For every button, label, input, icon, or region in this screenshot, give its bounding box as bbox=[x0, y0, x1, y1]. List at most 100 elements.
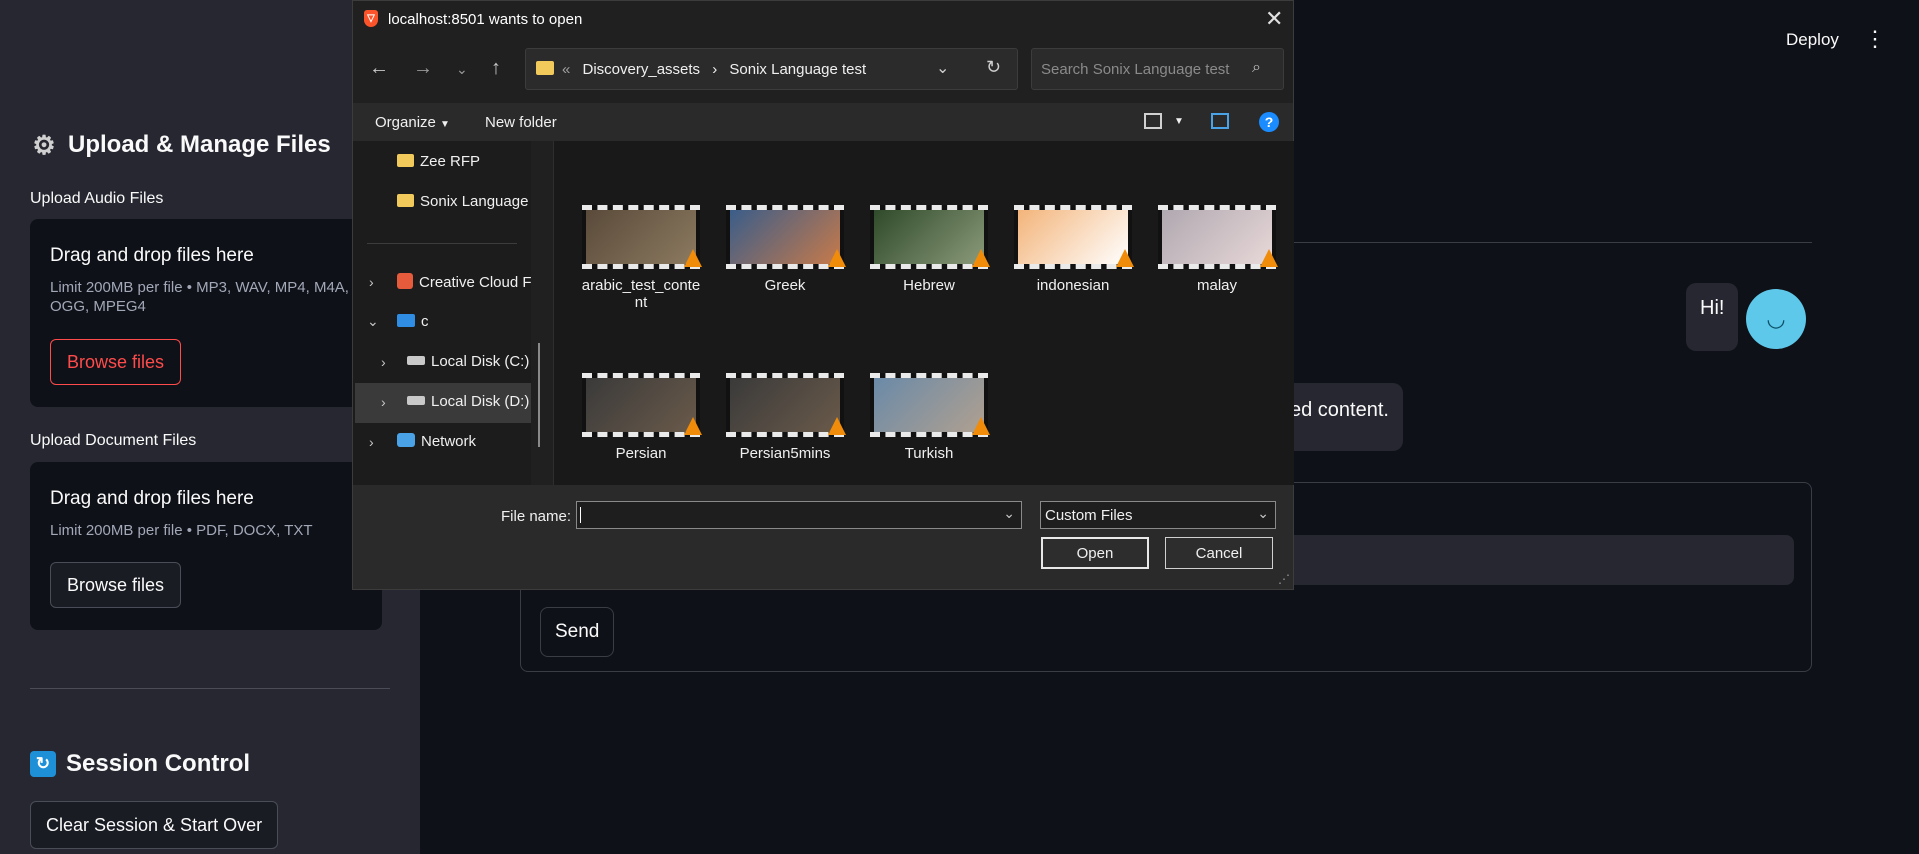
file-item[interactable]: Turkish bbox=[866, 373, 992, 462]
tree-item-local-disk-c[interactable]: Local Disk (C:) bbox=[407, 353, 529, 370]
upload-header: ⚙ Upload & Manage Files bbox=[30, 129, 331, 160]
tree-item-c[interactable]: c bbox=[397, 313, 429, 330]
vlc-icon bbox=[972, 249, 990, 267]
network-icon bbox=[397, 433, 415, 447]
search-icon: ⌕ bbox=[1252, 59, 1261, 76]
caret-down-icon: ▼ bbox=[440, 119, 450, 130]
address-bar[interactable]: « Discovery_assets › Sonix Language test… bbox=[525, 48, 1018, 90]
chevron-down-icon: ⌄ bbox=[1257, 505, 1269, 521]
thumbnail-image bbox=[1162, 210, 1272, 264]
upload-header-text: Upload & Manage Files bbox=[68, 131, 331, 158]
view-mode-icon[interactable] bbox=[1144, 113, 1162, 129]
video-thumbnail bbox=[870, 205, 990, 269]
vlc-icon bbox=[684, 249, 702, 267]
gear-icon: ⚙ bbox=[32, 129, 56, 160]
navigation-bar: ← → ⌄ ↑ « Discovery_assets › Sonix Langu… bbox=[353, 37, 1293, 103]
audio-browse-button[interactable]: Browse files bbox=[50, 339, 182, 385]
refresh-icon: ↻ bbox=[30, 751, 56, 777]
nav-scrollbar-thumb[interactable] bbox=[538, 343, 540, 447]
session-header: ↻ Session Control bbox=[30, 750, 250, 778]
chevron-right-icon[interactable]: › bbox=[381, 394, 386, 410]
up-arrow-icon[interactable]: ↑ bbox=[491, 57, 501, 80]
session-header-text: Session Control bbox=[66, 750, 251, 777]
resize-grip-icon[interactable]: ⋰ bbox=[1278, 572, 1290, 586]
preview-pane-icon[interactable] bbox=[1211, 113, 1229, 129]
recent-chevron-icon[interactable]: ⌄ bbox=[456, 61, 468, 78]
doc-browse-button[interactable]: Browse files bbox=[50, 562, 182, 608]
refresh-icon[interactable]: ↻ bbox=[986, 57, 1001, 78]
thumbnail-image bbox=[730, 210, 840, 264]
chevron-right-icon[interactable]: › bbox=[381, 354, 386, 370]
vlc-icon bbox=[1260, 249, 1278, 267]
deploy-button[interactable]: Deploy bbox=[1786, 30, 1839, 50]
chevron-down-icon[interactable]: ⌄ bbox=[367, 313, 379, 330]
command-bar: Organize ▼ New folder ▼ ? bbox=[353, 103, 1293, 141]
thumbnail-image bbox=[874, 210, 984, 264]
navigation-pane: Zee RFP Sonix Language › Creative Cloud … bbox=[353, 141, 532, 485]
audio-dropzone[interactable]: Drag and drop files here Limit 200MB per… bbox=[30, 219, 382, 407]
tree-item-zee-rfp-label: Zee RFP bbox=[420, 153, 481, 170]
thumbnail-image bbox=[586, 210, 696, 264]
organize-menu[interactable]: Organize ▼ bbox=[375, 114, 450, 131]
video-thumbnail bbox=[1014, 205, 1134, 269]
file-name-input[interactable]: ⌄ bbox=[576, 501, 1022, 529]
file-open-dialog: ▽ localhost:8501 wants to open ✕ ← → ⌄ ↑… bbox=[352, 0, 1294, 590]
chevron-right-icon[interactable]: › bbox=[369, 274, 374, 290]
tree-item-zee-rfp[interactable]: Zee RFP bbox=[397, 153, 480, 170]
file-item[interactable]: Greek bbox=[722, 205, 848, 294]
file-name: Persian bbox=[615, 445, 667, 462]
forward-arrow-icon[interactable]: → bbox=[413, 57, 433, 80]
tree-item-local-disk-d-label: Local Disk (D:) bbox=[431, 393, 530, 410]
more-menu-icon[interactable]: ⋮ bbox=[1864, 28, 1886, 50]
tree-item-network[interactable]: Network bbox=[397, 433, 476, 450]
doc-dropzone[interactable]: Drag and drop files here Limit 200MB per… bbox=[30, 462, 382, 630]
vlc-icon bbox=[684, 417, 702, 435]
cancel-button[interactable]: Cancel bbox=[1165, 537, 1273, 569]
video-thumbnail bbox=[582, 205, 702, 269]
creative-cloud-icon bbox=[397, 273, 413, 289]
chevron-down-icon[interactable]: ⌄ bbox=[1003, 505, 1015, 522]
thumbnail-image bbox=[1018, 210, 1128, 264]
file-name: Persian5mins bbox=[739, 445, 831, 462]
new-folder-button[interactable]: New folder bbox=[485, 114, 557, 131]
tree-item-creative-cloud[interactable]: Creative Cloud F bbox=[397, 273, 532, 291]
file-item[interactable]: Persian bbox=[578, 373, 704, 462]
send-button[interactable]: Send bbox=[540, 607, 615, 657]
file-item[interactable]: Hebrew bbox=[866, 205, 992, 294]
close-icon[interactable]: ✕ bbox=[1265, 6, 1283, 32]
file-type-select[interactable]: Custom Files ⌄ bbox=[1040, 501, 1276, 529]
nav-scrollbar[interactable] bbox=[538, 141, 540, 485]
folder-icon bbox=[536, 61, 554, 75]
dialog-titlebar[interactable]: ▽ localhost:8501 wants to open ✕ bbox=[353, 1, 1293, 37]
file-name: indonesian bbox=[1036, 277, 1110, 294]
audio-upload-label: Upload Audio Files bbox=[30, 190, 164, 207]
file-item[interactable]: malay bbox=[1154, 205, 1280, 294]
chevron-right-icon[interactable]: › bbox=[369, 434, 374, 450]
thumbnail-image bbox=[586, 378, 696, 432]
back-arrow-icon[interactable]: ← bbox=[369, 57, 389, 80]
file-item[interactable]: arabic_test_content bbox=[578, 205, 704, 311]
tree-item-sonix-language[interactable]: Sonix Language bbox=[397, 193, 528, 210]
vlc-icon bbox=[972, 417, 990, 435]
chat-input[interactable] bbox=[1254, 535, 1794, 585]
tree-item-local-disk-d[interactable]: Local Disk (D:) bbox=[407, 393, 529, 410]
file-item[interactable]: indonesian bbox=[1010, 205, 1136, 294]
audio-dropzone-limit: Limit 200MB per file • MP3, WAV, MP4, M4… bbox=[50, 279, 349, 315]
breadcrumb-discovery-assets[interactable]: Discovery_assets bbox=[583, 61, 701, 78]
help-icon[interactable]: ? bbox=[1259, 112, 1279, 132]
view-caret-down-icon[interactable]: ▼ bbox=[1174, 116, 1184, 127]
chevron-down-icon[interactable]: ⌄ bbox=[936, 58, 949, 78]
open-button[interactable]: Open bbox=[1041, 537, 1149, 569]
file-item[interactable]: Persian5mins bbox=[722, 373, 848, 462]
doc-upload-label: Upload Document Files bbox=[30, 432, 197, 449]
breadcrumb-separator: › bbox=[712, 61, 718, 78]
thumbnail-image bbox=[730, 378, 840, 432]
breadcrumb-sonix-language-test[interactable]: Sonix Language test bbox=[729, 61, 866, 78]
user-message: Hi! bbox=[1686, 283, 1739, 351]
tree-item-network-label: Network bbox=[421, 433, 477, 450]
clear-session-button[interactable]: Clear Session & Start Over bbox=[30, 801, 279, 849]
breadcrumb-overflow[interactable]: « bbox=[562, 61, 570, 78]
search-input[interactable]: Search Sonix Language test ⌕ bbox=[1031, 48, 1284, 90]
assistant-avatar: ◡ bbox=[1746, 289, 1806, 349]
organize-label: Organize bbox=[375, 114, 436, 131]
